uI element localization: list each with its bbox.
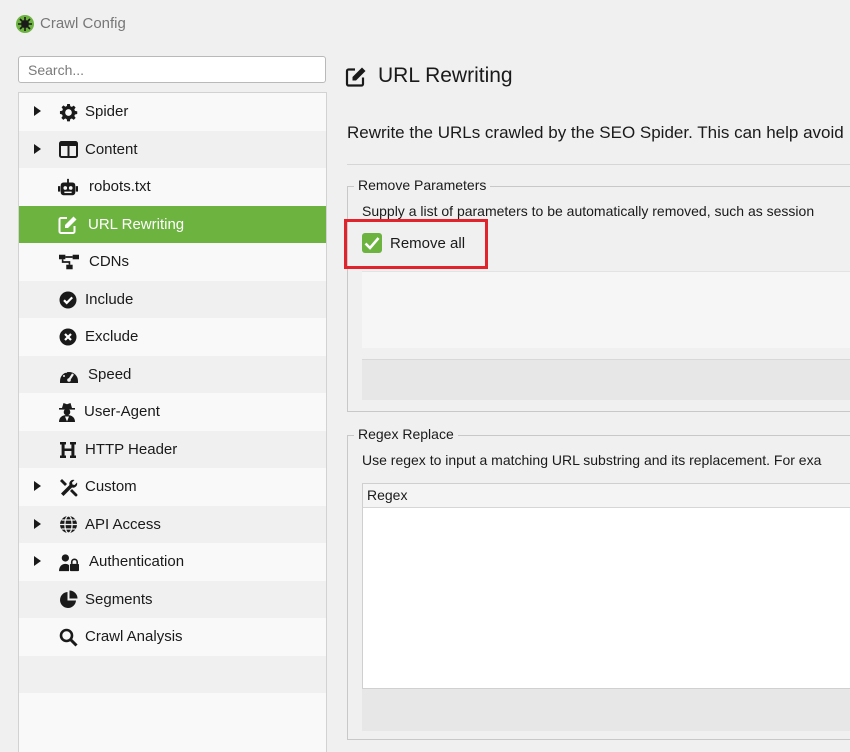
gear-icon — [58, 102, 78, 122]
sidebar-item-label: Crawl Analysis — [85, 628, 183, 645]
regex-table-toolbar — [362, 688, 850, 731]
sidebar-item-label: Speed — [88, 365, 132, 383]
check-circle-icon — [58, 290, 78, 310]
sidebar-item-label: robots.txt — [89, 178, 151, 195]
title-bar: Crawl Config — [0, 0, 850, 46]
columns-icon — [58, 140, 78, 160]
x-circle-icon — [58, 327, 78, 347]
sidebar-item-spider[interactable]: Spider — [19, 93, 326, 131]
sidebar-item-crawl-analysis[interactable]: Crawl Analysis — [19, 618, 326, 656]
sidebar-item-content[interactable]: Content — [19, 130, 326, 168]
sidebar-item-segments[interactable]: Segments — [19, 580, 326, 618]
sidebar-item-label: Exclude — [85, 328, 139, 345]
sidebar-item-user-agent[interactable]: User-Agent — [19, 393, 326, 431]
divider — [347, 164, 850, 165]
sidebar-item-exclude[interactable]: Exclude — [19, 318, 326, 356]
group-title: Remove Parameters — [354, 177, 491, 193]
globe-icon — [58, 515, 78, 535]
expand-arrow-icon[interactable] — [34, 481, 41, 491]
sidebar-item-cdns[interactable]: CDNs — [19, 243, 326, 281]
sidebar-item-label: URL Rewriting — [88, 215, 185, 233]
sidebar-item-label: CDNs — [89, 253, 129, 270]
expand-arrow-icon[interactable] — [34, 143, 41, 154]
tools-icon — [58, 477, 78, 497]
page-description: Rewrite the URLs crawled by the SEO Spid… — [347, 123, 844, 142]
sidebar-item-include[interactable]: Include — [19, 280, 326, 318]
sidebar-item-http-header[interactable]: HTTP Header — [19, 430, 326, 468]
parameter-list-toolbar — [362, 359, 850, 400]
robot-icon — [58, 177, 78, 197]
network-icon — [59, 252, 79, 272]
group-description: Use regex to input a matching URL substr… — [362, 452, 822, 468]
sidebar-item-custom[interactable]: Custom — [19, 468, 326, 506]
tree-empty-row — [19, 655, 326, 693]
sidebar-item-label: Authentication — [89, 553, 185, 570]
expand-arrow-icon[interactable] — [34, 518, 41, 529]
edit-icon — [58, 215, 78, 235]
group-description: Supply a list of parameters to be automa… — [362, 203, 815, 219]
search-icon — [58, 627, 78, 647]
sidebar-item-robots[interactable]: robots.txt — [19, 168, 326, 206]
sidebar-item-label: Custom — [85, 478, 137, 495]
edit-icon — [345, 67, 366, 87]
group-title: Regex Replace — [354, 426, 458, 442]
expand-arrow-icon[interactable] — [34, 556, 41, 566]
sidebar-item-label: Segments — [85, 590, 153, 608]
parameter-list[interactable] — [362, 271, 850, 348]
sidebar-item-label: API Access — [85, 515, 161, 533]
sidebar-item-label: HTTP Header — [85, 440, 178, 458]
user-secret-icon — [57, 402, 77, 422]
highlight-box — [344, 219, 488, 269]
pie-chart-icon — [58, 590, 78, 610]
speedometer-icon — [59, 365, 79, 385]
spider-logo-icon — [16, 15, 34, 33]
sidebar-item-label: User-Agent — [84, 403, 160, 420]
regex-replace-group: Regex Replace Use regex to input a match… — [347, 426, 850, 740]
user-lock-icon — [59, 552, 79, 572]
sidebar-item-speed[interactable]: Speed — [19, 355, 326, 393]
sidebar-item-label: Content — [85, 140, 138, 158]
heading-icon — [58, 440, 78, 460]
expand-arrow-icon[interactable] — [34, 106, 41, 116]
sidebar-item-label: Spider — [85, 103, 129, 120]
regex-column-header[interactable]: Regex — [363, 484, 850, 508]
sidebar-item-url-rewriting[interactable]: URL Rewriting — [19, 205, 326, 243]
page-title: URL Rewriting — [378, 64, 513, 87]
sidebar-item-api-access[interactable]: API Access — [19, 505, 326, 543]
sidebar-item-authentication[interactable]: Authentication — [19, 543, 326, 581]
sidebar-item-label: Include — [85, 290, 134, 308]
settings-tree: Spider Content robots.txt URL Rewriting … — [18, 92, 327, 752]
search-input[interactable] — [18, 56, 326, 83]
regex-table[interactable]: Regex — [362, 483, 850, 698]
window-title: Crawl Config — [40, 15, 126, 32]
